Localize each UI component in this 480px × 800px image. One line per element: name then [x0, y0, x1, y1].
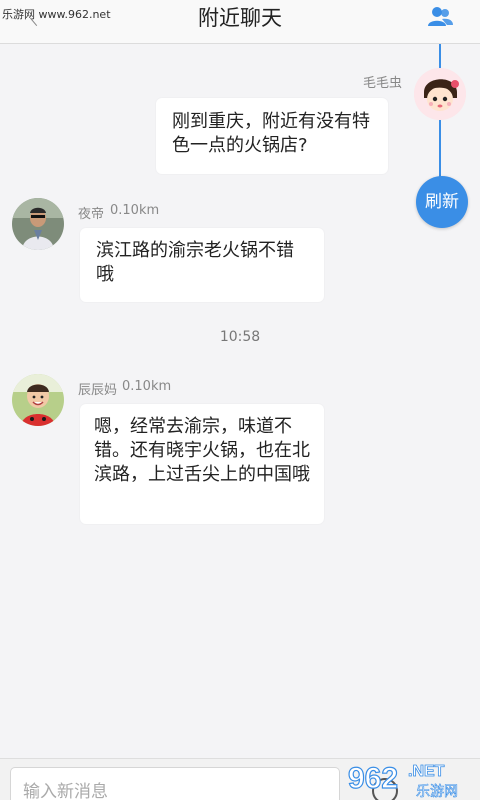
time-divider: 10:58 [219, 329, 261, 345]
avatar[interactable] [414, 68, 466, 120]
watermark-site: 乐游网 [416, 784, 458, 800]
contacts-icon[interactable] [426, 4, 454, 30]
avatar[interactable] [12, 198, 64, 250]
sender-name: 辰辰妈 [78, 383, 118, 398]
watermark-logo: 962 .NET 乐游网 [347, 761, 458, 800]
page-title: 附近聊天 [198, 6, 282, 30]
sender-name: 夜帝 [78, 207, 105, 222]
message-input[interactable] [10, 767, 340, 800]
user-photo-icon [12, 198, 64, 250]
top-bar: 乐游网 www.962.net 附近聊天 [0, 0, 480, 44]
avatar[interactable] [12, 374, 64, 426]
distance-label: 0.10km [110, 203, 160, 218]
watermark-net: .NET [408, 763, 445, 780]
sender-name: 毛毛虫 [363, 76, 403, 91]
distance-label: 0.10km [122, 379, 172, 394]
cartoon-avatar-icon [414, 68, 466, 120]
message-bubble[interactable]: 嗯，经常去渝宗，味道不错。还有晓宇火锅，也在北滨路，上过舌尖上的中国哦 [80, 404, 324, 524]
message-bubble[interactable]: 滨江路的渝宗老火锅不错哦 [80, 228, 324, 302]
watermark-number: 962 [348, 762, 398, 795]
refresh-button[interactable]: 刷新 [416, 176, 468, 228]
user-photo-icon [12, 374, 64, 426]
message-bubble[interactable]: 刚到重庆，附近有没有特色一点的火锅店? [156, 98, 388, 174]
